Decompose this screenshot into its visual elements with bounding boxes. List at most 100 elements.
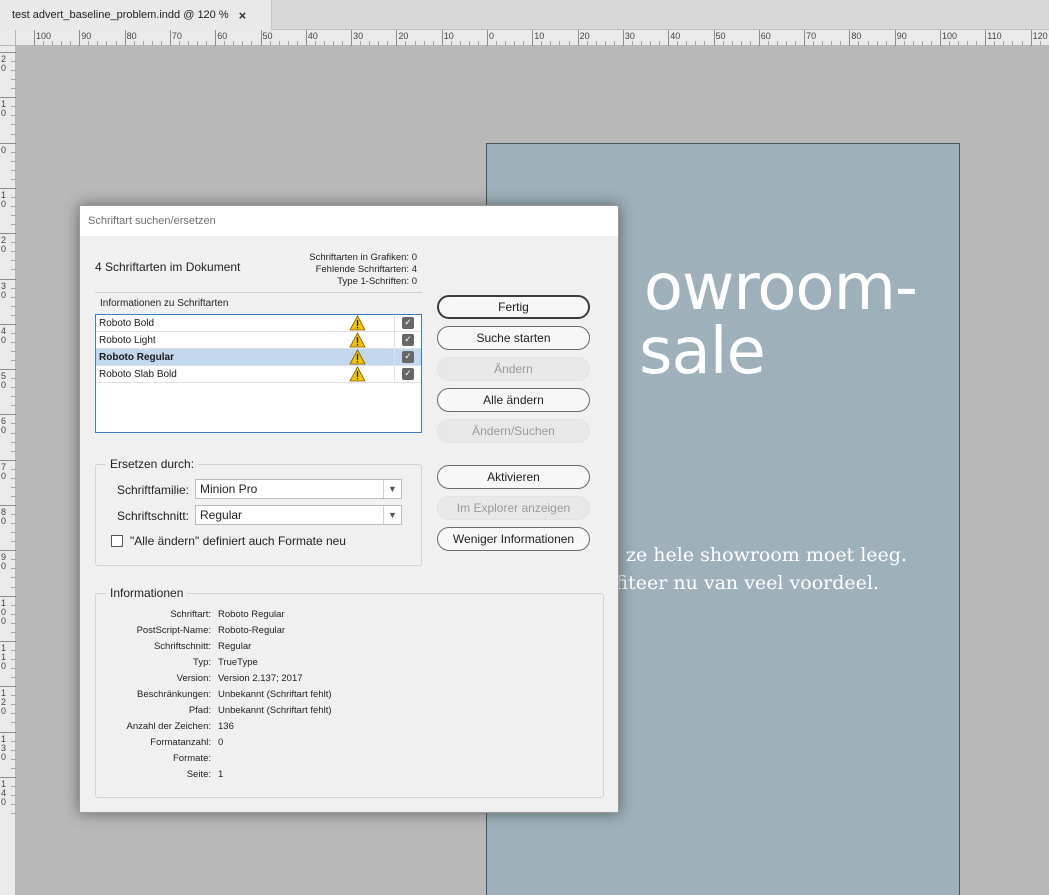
ruler-label: 90 — [896, 31, 907, 41]
font-list-row[interactable]: Roboto Slab Bold ✓ — [96, 366, 421, 383]
font-list-row[interactable]: Roboto Bold ✓ — [96, 315, 421, 332]
close-tab-icon[interactable]: × — [239, 8, 247, 23]
ruler-label: 60 — [760, 31, 771, 41]
chevron-down-icon[interactable]: ▼ — [383, 506, 401, 524]
ruler-label: 100 — [942, 31, 958, 41]
info-label: Pfad: — [188, 705, 211, 716]
ruler-label: 50 — [715, 31, 726, 41]
ruler-label: 80 — [1, 508, 6, 526]
ruler-label: 40 — [1, 326, 7, 345]
info-value: Unbekannt (Schriftart fehlt) — [218, 705, 332, 716]
font-name: Roboto Slab Bold — [99, 369, 177, 380]
less-info-button[interactable]: Weniger Informationen — [437, 527, 590, 551]
font-used-checkbox[interactable]: ✓ — [402, 334, 414, 346]
ruler-label: 90 — [81, 31, 92, 41]
ruler-label-char: 0 — [1, 63, 7, 73]
ruler-label: 120 — [1, 689, 6, 716]
font-family-select[interactable]: Minion Pro ▼ — [195, 479, 402, 499]
ruler-tick — [0, 278, 16, 280]
ruler-label: 140 — [1, 779, 7, 807]
ruler-tick — [0, 414, 16, 416]
change-all-button[interactable]: Alle ändern — [437, 388, 590, 412]
stat-fonts-in-graphics: Schriftarten in Grafiken: 0 — [309, 252, 417, 263]
ruler-label: 120 — [1032, 31, 1048, 41]
column-divider — [394, 332, 395, 349]
ruler-tick — [0, 731, 16, 733]
ruler-label: 0 — [489, 31, 495, 41]
redefine-styles-checkbox[interactable] — [111, 535, 123, 547]
chevron-down-icon[interactable]: ▼ — [383, 480, 401, 498]
ruler-label-char: 0 — [1, 198, 7, 209]
font-used-checkbox[interactable]: ✓ — [402, 317, 414, 329]
font-style-value: Regular — [200, 508, 243, 522]
vertical-ruler[interactable]: 20100102030405060708090100110120130140 — [0, 46, 16, 895]
info-label: Version: — [176, 673, 211, 684]
ruler-tick — [0, 233, 16, 235]
ruler-tick — [0, 550, 16, 552]
column-divider — [394, 315, 395, 332]
warning-icon — [349, 349, 366, 365]
font-style-select[interactable]: Regular ▼ — [195, 505, 402, 525]
info-value: Roboto-Regular — [218, 625, 286, 636]
font-name: Roboto Light — [99, 335, 156, 346]
replace-with-title: Ersetzen durch: — [106, 457, 199, 471]
font-list[interactable]: Roboto Bold ✓ Roboto Light ✓ Roboto Regular ✓… — [95, 314, 422, 433]
info-label: Anzahl der Zeichen: — [126, 721, 212, 732]
warning-icon — [349, 315, 366, 331]
font-family-label: Schriftfamilie: — [116, 483, 189, 497]
font-list-row[interactable]: Roboto Light ✓ — [96, 332, 421, 349]
warning-icon — [349, 332, 366, 348]
font-stats: Schriftarten in Grafiken: 0 Fehlende Sch… — [309, 252, 417, 288]
ruler-label-char: 0 — [1, 289, 7, 300]
info-label: Schriftart: — [170, 609, 211, 620]
reveal-in-explorer-button[interactable]: Im Explorer anzeigen — [437, 496, 590, 520]
ruler-label-char: 0 — [1, 796, 7, 807]
document-tab[interactable]: test advert_baseline_problem.indd @ 120 … — [0, 0, 272, 30]
done-button[interactable]: Fertig — [437, 295, 590, 319]
ruler-label-char: 0 — [1, 144, 7, 155]
ruler-tick — [0, 505, 16, 506]
ruler-label-char: 0 — [1, 334, 7, 345]
info-label: Seite: — [186, 769, 211, 780]
ruler-label: 20 — [1, 55, 6, 73]
ruler-label: 30 — [624, 31, 635, 41]
font-list-row[interactable]: Roboto Regular ✓ — [96, 349, 421, 366]
change-find-button[interactable]: Ändern/Suchen — [437, 419, 590, 443]
info-label: Formate: — [172, 753, 211, 764]
ruler-label: 50 — [262, 31, 273, 41]
ruler-label: 0 — [1, 144, 7, 155]
horizontal-ruler[interactable]: 100 90 80 70 60 50 40 30 20 10 0 10 20 30 40 50 60 70 80 90… — [16, 30, 1049, 46]
dialog-title-bar[interactable]: Schriftart suchen/ersetzen — [80, 206, 618, 236]
font-style-label: Schriftschnitt: — [116, 509, 189, 523]
font-family-value: Minion Pro — [200, 482, 258, 496]
ruler-label: 10 — [1, 190, 7, 209]
ruler-label: 60 — [217, 31, 228, 41]
ruler-label: 20 — [579, 31, 590, 41]
ruler-label: 40 — [307, 31, 318, 41]
change-button[interactable]: Ändern — [437, 357, 590, 381]
ruler-label: 20 — [398, 31, 409, 41]
font-name: Roboto Bold — [99, 318, 155, 329]
font-used-checkbox[interactable]: ✓ — [402, 368, 414, 380]
ruler-corner[interactable] — [0, 30, 16, 46]
activate-button[interactable]: Aktivieren — [437, 465, 590, 489]
ruler-label: 60 — [1, 417, 6, 435]
ruler-label-char: 0 — [1, 470, 7, 481]
ruler-label: 80 — [851, 31, 862, 41]
font-used-checkbox[interactable]: ✓ — [402, 351, 414, 363]
ruler-tick — [0, 52, 16, 53]
ruler-tick — [0, 142, 16, 144]
dialog-title: Schriftart suchen/ersetzen — [88, 215, 216, 227]
ruler-label: 10 — [1, 100, 6, 118]
ruler-label-char: 0 — [1, 244, 7, 255]
ruler-label-char: 0 — [1, 615, 7, 626]
info-value: Unbekannt (Schriftart fehlt) — [218, 689, 332, 700]
ruler-label-char: 0 — [1, 425, 7, 436]
ruler-tick — [0, 369, 16, 371]
info-label: Typ: — [193, 657, 211, 668]
ruler-label-char: 0 — [1, 751, 7, 762]
ruler-label: 30 — [353, 31, 364, 41]
fonts-in-document-count: 4 Schriftarten im Dokument — [95, 260, 241, 274]
ruler-tick — [0, 323, 16, 325]
find-first-button[interactable]: Suche starten — [437, 326, 590, 350]
